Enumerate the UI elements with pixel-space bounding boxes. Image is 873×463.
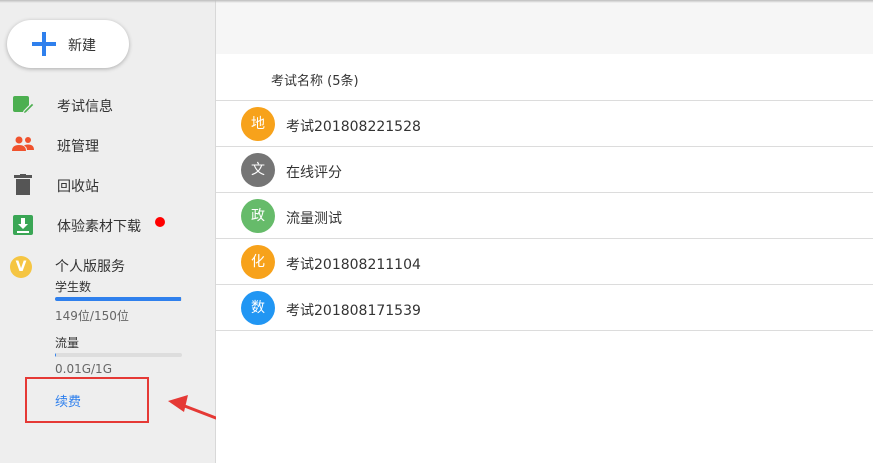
sidebar-item-label: 体验素材下载	[57, 219, 141, 235]
traffic-label: 流量	[55, 336, 80, 350]
class-group-icon	[12, 134, 34, 156]
header-banner	[216, 0, 873, 54]
sidebar-item-label: 回收站	[57, 179, 99, 195]
exam-name: 考试201808211104	[286, 257, 421, 273]
traffic-progress-fill	[55, 353, 57, 357]
subject-avatar: 数	[241, 291, 275, 325]
vip-v-icon: V	[10, 256, 32, 278]
exam-name: 在线评分	[286, 165, 342, 181]
service-title: 个人版服务	[55, 259, 125, 275]
subject-avatar: 文	[241, 153, 275, 187]
exam-row[interactable]: 文 在线评分	[216, 147, 873, 193]
exam-name: 流量测试	[286, 211, 342, 227]
students-progress-fill	[55, 297, 182, 301]
exam-name: 考试201808221528	[286, 119, 421, 135]
new-button[interactable]: 新建	[7, 20, 129, 68]
subject-avatar: 政	[241, 199, 275, 233]
sidebar-item-recycle-bin[interactable]: 回收站	[0, 166, 215, 202]
plus-icon	[32, 32, 56, 56]
exam-name: 考试201808171539	[286, 303, 421, 319]
sidebar-item-label: 考试信息	[57, 99, 113, 115]
exam-list-header: 考试名称 (5条)	[216, 54, 873, 101]
exam-list-title: 考试名称 (5条)	[271, 74, 359, 89]
exam-info-icon	[12, 94, 35, 116]
sidebar-item-exam-info[interactable]: 考试信息	[0, 86, 215, 122]
main-content: 考试名称 (5条) 地 考试201808221528 文 在线评分 政 流量测试…	[216, 0, 873, 463]
subject-avatar: 地	[241, 107, 275, 141]
traffic-value: 0.01G/1G	[55, 362, 112, 376]
traffic-progress-bar	[55, 353, 182, 357]
download-icon	[12, 214, 34, 236]
exam-row[interactable]: 数 考试201808171539	[216, 285, 873, 331]
notification-dot	[155, 217, 165, 227]
annotation-highlight-box	[25, 377, 149, 423]
top-shadow	[0, 0, 873, 3]
students-value: 149位/150位	[55, 309, 129, 323]
sidebar-item-class-management[interactable]: 班管理	[0, 126, 215, 162]
exam-row[interactable]: 化 考试201808211104	[216, 239, 873, 285]
students-progress-bar	[55, 297, 182, 301]
exam-row[interactable]: 政 流量测试	[216, 193, 873, 239]
sidebar-item-label: 班管理	[57, 139, 99, 155]
trash-icon	[12, 174, 34, 196]
students-label: 学生数	[55, 280, 92, 294]
sidebar-item-material-download[interactable]: 体验素材下载	[0, 206, 215, 242]
exam-row[interactable]: 地 考试201808221528	[216, 101, 873, 147]
subject-avatar: 化	[241, 245, 275, 279]
new-button-label: 新建	[68, 38, 96, 54]
